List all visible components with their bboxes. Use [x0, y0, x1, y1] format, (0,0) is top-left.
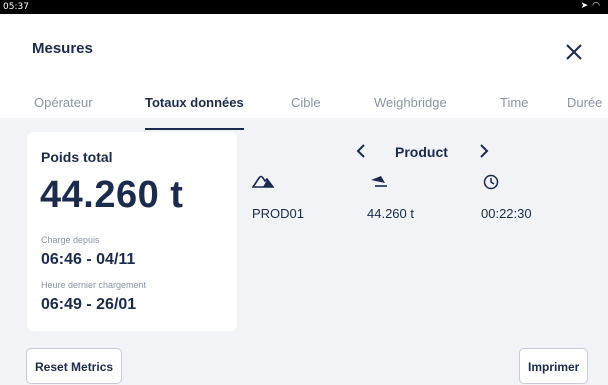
close-icon — [566, 44, 582, 60]
header: Mesures Opérateur Totaux données Cible W… — [0, 14, 608, 130]
tab-cible[interactable]: Cible — [291, 90, 321, 130]
tab-operateur[interactable]: Opérateur — [34, 90, 93, 130]
total-weight-value: 44.260 t — [40, 174, 184, 216]
total-weight-card: Poids total 44.260 t Chargé depuis 06:46… — [27, 132, 237, 331]
product-duration: 00:22:30 — [481, 206, 532, 221]
close-button[interactable] — [561, 39, 587, 65]
product-weight: 44.260 t — [367, 206, 414, 221]
last-load-label: Heure dernier chargement — [41, 280, 147, 290]
tab-weighbridge[interactable]: Weighbridge — [374, 90, 447, 130]
status-time: 05:37 — [3, 2, 29, 12]
product-title: Product — [395, 144, 448, 160]
previous-product-button[interactable] — [355, 142, 367, 165]
tab-time[interactable]: Time — [500, 90, 528, 130]
location-icon: ➤ — [580, 1, 593, 11]
print-button[interactable]: Imprimer — [519, 348, 589, 384]
tab-totaux-donnees[interactable]: Totaux données — [145, 90, 244, 130]
total-weight-label: Poids total — [41, 149, 113, 165]
status-icons: ➤◠ — [581, 1, 604, 11]
bucket-icon — [369, 174, 389, 193]
chevron-left-icon — [356, 144, 365, 158]
tab-duree[interactable]: Durée — [567, 90, 602, 130]
pile-icon — [251, 174, 275, 193]
loaded-since-value: 06:46 - 04/11 — [41, 251, 136, 268]
next-product-button[interactable] — [478, 142, 490, 165]
product-name: PROD01 — [252, 206, 305, 221]
reset-metrics-button[interactable]: Reset Metrics — [26, 348, 123, 384]
chevron-right-icon — [480, 144, 489, 158]
last-load-value: 06:49 - 26/01 — [41, 296, 137, 313]
tab-bar: Opérateur Totaux données Cible Weighbrid… — [0, 90, 608, 132]
loaded-since-label: Chargé depuis — [41, 235, 100, 245]
wifi-icon: ◠ — [592, 1, 604, 11]
page-title: Mesures — [32, 40, 93, 57]
status-bar: 05:37 ➤◠ — [0, 0, 608, 14]
clock-icon — [483, 174, 499, 195]
